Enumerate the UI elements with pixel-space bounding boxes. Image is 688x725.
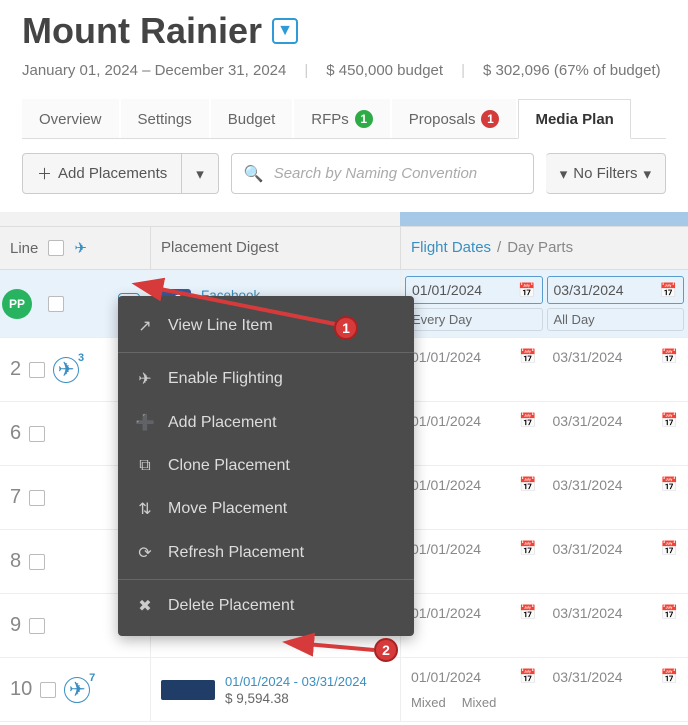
line-number: 2 [10,358,21,381]
menu-divider [118,579,414,580]
budget-amount: $ 450,000 budget [326,62,443,79]
daypart-time[interactable]: All Day [547,308,685,331]
calendar-icon: 📅 [519,476,536,493]
tab-settings[interactable]: Settings [121,99,209,138]
plane-icon: ✈ [58,357,75,382]
caret-down-icon: ▾ [196,165,204,183]
search-input[interactable] [272,164,521,183]
line-number: 10 [10,678,32,701]
menu-refresh-placement[interactable]: ⟳ Refresh Placement [118,531,414,575]
line-number: 7 [10,486,21,509]
plane-icon: ✈ [136,369,154,389]
search-box[interactable]: 🔍 [231,153,534,194]
tab-bar: Overview Settings Budget RFPs 1 Proposal… [22,99,666,139]
proposals-badge: 1 [481,110,499,128]
calendar-icon: 📅 [519,604,536,621]
add-placements-button[interactable]: ＋ Add Placements [22,153,182,194]
menu-delete-placement[interactable]: ✖ Delete Placement [118,584,414,628]
tab-rfps[interactable]: RFPs 1 [294,99,390,138]
close-icon: ✖ [136,596,154,616]
rfps-badge: 1 [355,110,373,128]
plane-icon: ✈ [74,239,87,257]
row-checkbox[interactable] [29,426,45,442]
placement-cost: $ 9,594.38 [225,691,367,706]
menu-enable-flighting[interactable]: ✈ Enable Flighting [118,357,414,401]
filter-icon: ▾ [560,165,568,183]
calendar-icon: 📅 [519,668,536,685]
refresh-icon: ⟳ [136,543,154,563]
row-checkbox[interactable] [48,296,64,312]
calendar-icon: 📅 [661,476,678,493]
flight-band [400,212,688,226]
date-range: January 01, 2024 – December 31, 2024 [22,62,286,79]
caret-down-icon: ▼ [277,22,293,40]
day-parts-label: Day Parts [507,239,573,256]
context-menu: ↗ View Line Item ✈ Enable Flighting ➕ Ad… [118,296,414,636]
separator: | [304,62,308,79]
calendar-icon: 📅 [519,540,536,557]
line-number: 8 [10,550,21,573]
table-row: 10 ✈ 7 01/01/2024 - 03/31/2024 $ 9,594.3… [0,658,688,722]
calendar-icon: 📅 [518,282,535,299]
col-flight: Flight Dates / Day Parts [400,227,688,269]
menu-move-placement[interactable]: ⇅ Move Placement [118,487,414,531]
separator: | [461,62,465,79]
placement-dates: 01/01/2024 - 03/31/2024 [225,674,367,689]
start-date-input[interactable]: 01/01/2024 📅 [405,276,543,304]
daypart-mixed: Mixed [456,693,503,712]
line-number: 9 [10,614,21,637]
end-date-input[interactable]: 03/31/2024 📅 [547,276,685,304]
filters-button[interactable]: ▾ No Filters ▾ [546,153,666,194]
pp-avatar: PP [2,289,32,319]
row-checkbox[interactable] [29,554,45,570]
tab-proposals[interactable]: Proposals 1 [392,99,517,138]
row-checkbox[interactable] [29,618,45,634]
calendar-icon: 📅 [660,282,677,299]
move-icon: ⇅ [136,499,154,519]
row-checkbox[interactable] [40,682,56,698]
annotation-badge-2: 2 [374,638,398,662]
caret-down-icon: ▾ [643,165,651,183]
flight-badge[interactable]: ✈ 7 [64,677,90,703]
calendar-icon: 📅 [661,604,678,621]
copy-icon: ⧉ [136,457,154,475]
calendar-icon: 📅 [519,412,536,429]
row-checkbox[interactable] [29,362,45,378]
select-all-checkbox[interactable] [48,240,64,256]
annotation-badge-1: 1 [334,316,358,340]
menu-view-line-item[interactable]: ↗ View Line Item [118,304,414,348]
calendar-icon: 📅 [661,668,678,685]
flight-badge[interactable]: ✈ 3 [53,357,79,383]
flight-dates-label[interactable]: Flight Dates [411,239,491,256]
tab-budget[interactable]: Budget [211,99,293,138]
provider-logo [161,680,215,700]
tab-media-plan[interactable]: Media Plan [518,99,630,139]
menu-divider [118,352,414,353]
page-title: Mount Rainier [22,10,262,52]
add-placements-dropdown[interactable]: ▾ [182,153,219,194]
menu-add-placement[interactable]: ➕ Add Placement [118,401,414,445]
calendar-icon: 📅 [661,348,678,365]
calendar-icon: 📅 [661,540,678,557]
row-checkbox[interactable] [29,490,45,506]
menu-clone-placement[interactable]: ⧉ Clone Placement [118,445,414,487]
plane-icon: ✈ [69,677,86,702]
daypart-day[interactable]: Every Day [405,308,543,331]
calendar-icon: 📅 [519,348,536,365]
daypart-mixed: Mixed [405,693,452,712]
title-dropdown-toggle[interactable]: ▼ [272,18,298,44]
plus-icon: ＋ [37,163,52,184]
spent-amount: $ 302,096 (67% of budget) [483,62,661,79]
calendar-icon: 📅 [661,412,678,429]
col-digest: Placement Digest [150,227,400,269]
line-number: 6 [10,422,21,445]
search-icon: 🔍 [244,164,264,184]
external-link-icon: ↗ [136,316,154,336]
plus-circle-icon: ➕ [136,413,154,433]
col-line: Line ✈ [0,227,150,269]
tab-overview[interactable]: Overview [22,99,119,138]
